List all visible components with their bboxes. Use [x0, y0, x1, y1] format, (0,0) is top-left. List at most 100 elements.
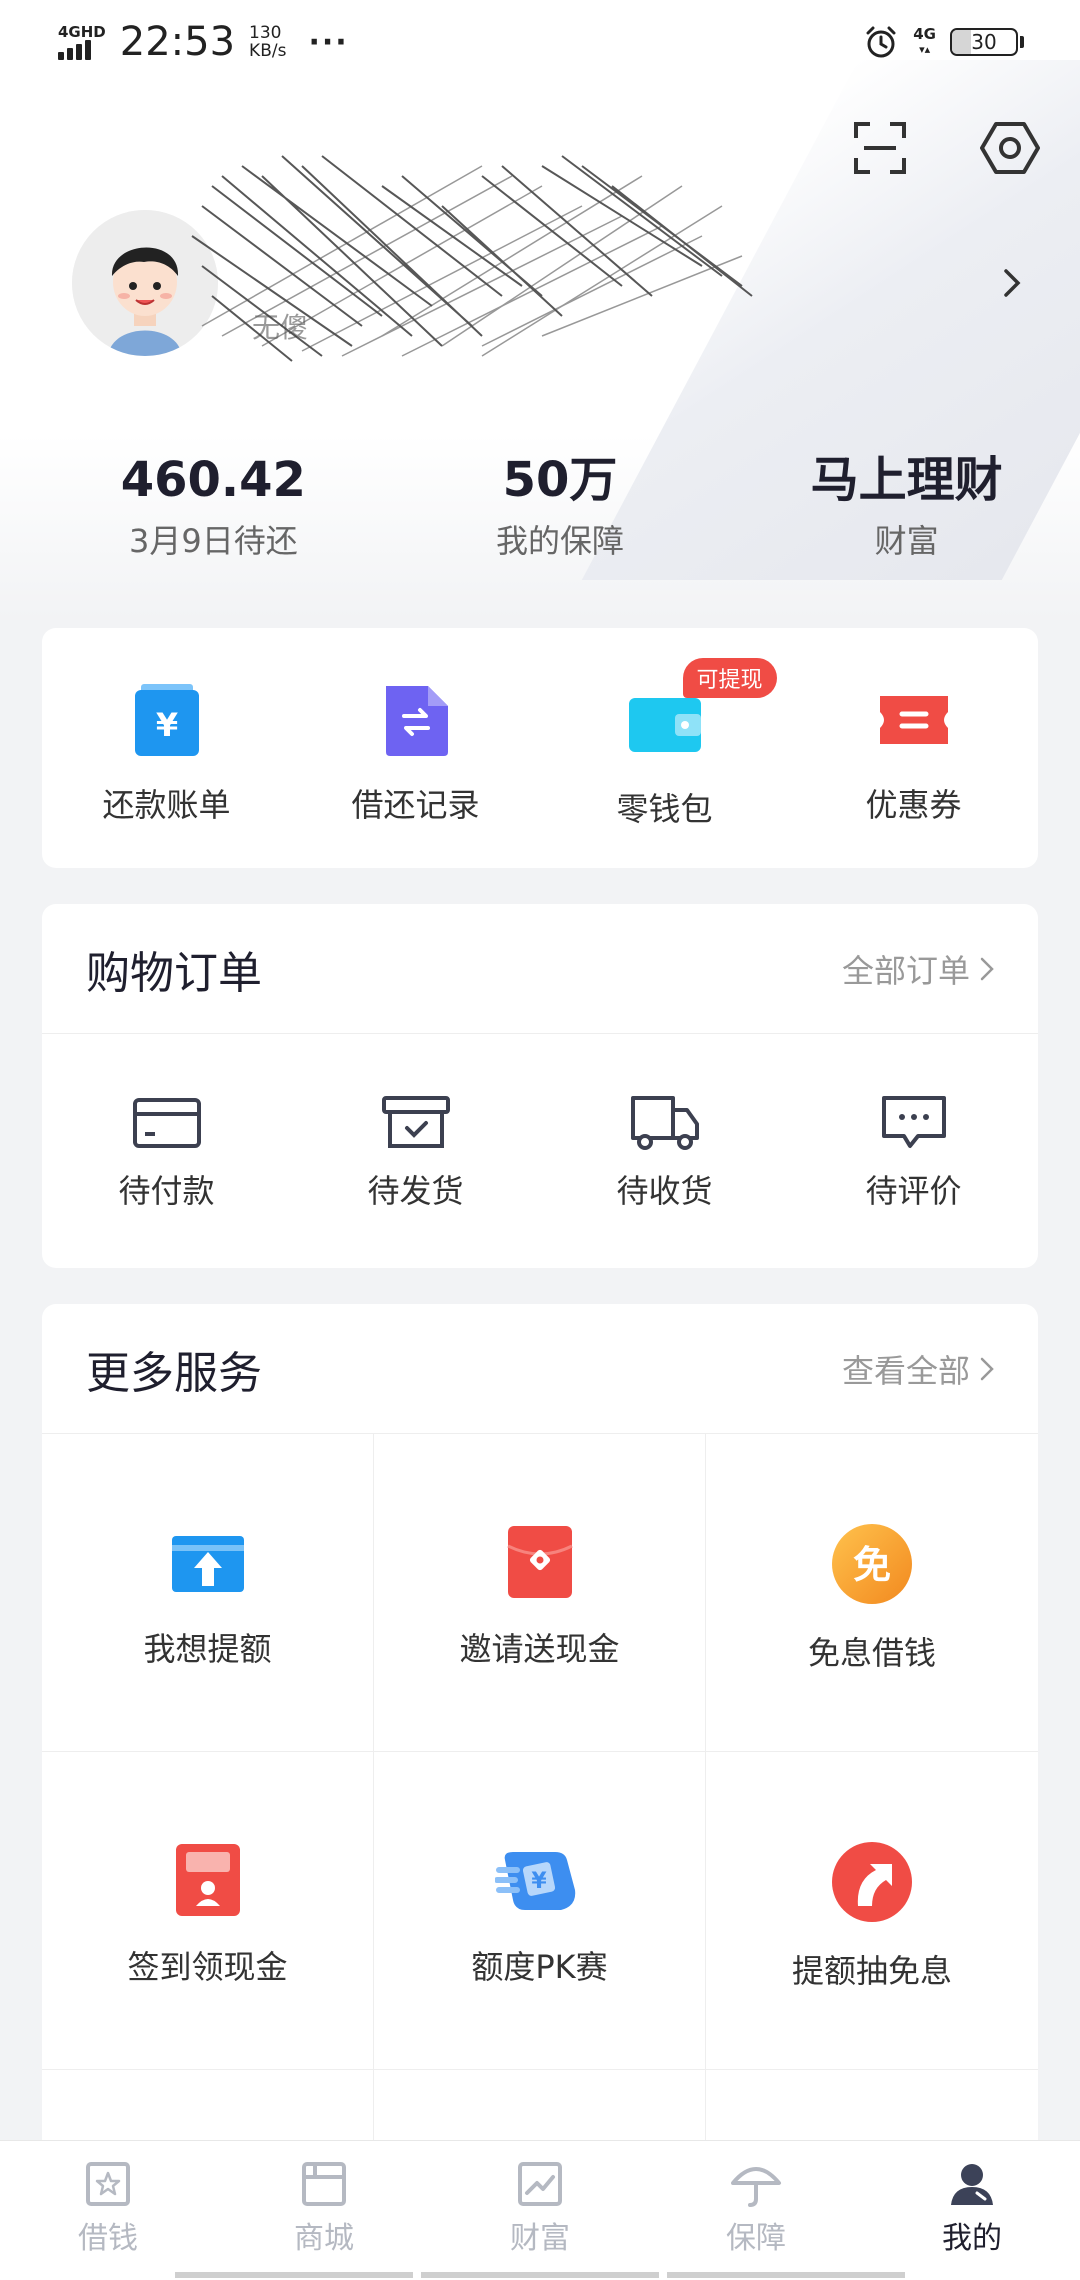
- redaction-scribble: [191, 155, 753, 362]
- order-label: 待付款: [118, 1172, 215, 1210]
- red-envelope-icon: [506, 1526, 573, 1598]
- quick-label: 借还记录: [351, 786, 480, 824]
- service-raise-draw[interactable]: 提额抽免息: [706, 1752, 1038, 2070]
- battery-fill: [952, 30, 972, 54]
- orders-card: 购物订单 全部订单 待付款 待发货 待收货 待评价: [42, 904, 1038, 1268]
- order-label: 待收货: [616, 1172, 713, 1210]
- chevron-right-icon: [980, 1357, 994, 1380]
- quick-label: 零钱包: [616, 790, 713, 828]
- record-icon: [385, 686, 448, 756]
- speed-value: 130: [249, 23, 282, 43]
- pk-icon: ¥: [494, 1852, 575, 1910]
- quick-item-records[interactable]: 借还记录: [291, 628, 540, 868]
- stat-label: 3月9日待还: [128, 522, 298, 560]
- order-pending-review[interactable]: 待评价: [789, 1034, 1038, 1268]
- user-icon: [951, 2164, 993, 2205]
- stat-value: 460.42: [120, 452, 306, 508]
- all-orders-link[interactable]: 全部订单: [842, 946, 994, 992]
- comment-icon: [881, 1096, 946, 1148]
- signal-bars-icon: [58, 40, 91, 60]
- service-checkin-cash[interactable]: 签到领现金: [42, 1752, 374, 2070]
- battery-icon: 30: [950, 28, 1024, 56]
- nav-label: 借钱: [78, 2221, 138, 2256]
- network-speed: 130 KB/s: [249, 24, 286, 60]
- order-pending-receipt[interactable]: 待收货: [540, 1034, 789, 1268]
- network-type-right: 4G: [913, 25, 936, 43]
- data-arrows-icon: ▾▴: [919, 43, 931, 56]
- network-type: 4GHD: [58, 23, 106, 41]
- home-indicator: [0, 2272, 1080, 2280]
- stat-value: 50万: [502, 452, 618, 508]
- clock: 22:53: [119, 19, 236, 65]
- quick-item-bill[interactable]: ¥ 还款账单: [42, 628, 291, 868]
- quick-actions-card: ¥ 还款账单 借还记录 可提现 零钱包 优惠券: [42, 628, 1038, 868]
- view-all-link[interactable]: 查看全部: [842, 1346, 994, 1392]
- truck-icon: [630, 1096, 699, 1150]
- stat-repayment[interactable]: 460.42 3月9日待还: [40, 450, 387, 562]
- stat-insurance[interactable]: 50万 我的保障: [387, 450, 734, 562]
- signal-indicator: 4GHD: [58, 24, 106, 60]
- svg-text:¥: ¥: [531, 1869, 547, 1894]
- quick-label: 还款账单: [102, 786, 231, 824]
- service-free-interest[interactable]: 免 免息借钱: [706, 1434, 1038, 1752]
- nav-label: 财富: [510, 2221, 570, 2256]
- orders-header: 购物订单 全部订单: [42, 904, 1038, 1034]
- all-orders-label: 全部订单: [841, 951, 970, 990]
- service-label: 提额抽免息: [791, 1952, 952, 1990]
- scan-button[interactable]: [850, 118, 910, 178]
- service-label: 邀请送现金: [459, 1630, 620, 1668]
- nav-borrow[interactable]: 借钱: [0, 2141, 216, 2280]
- profile-row[interactable]: 无傻: [72, 155, 1032, 362]
- stat-value: 马上理财: [810, 452, 1003, 508]
- stats-row: 460.42 3月9日待还 50万 我的保障 马上理财 财富: [0, 450, 1080, 562]
- borrow-icon: [86, 2162, 130, 2206]
- service-limit-pk[interactable]: ¥ 额度PK赛: [374, 1752, 706, 2070]
- profile-chevron-icon[interactable]: [992, 258, 1032, 308]
- raise-limit-icon: [171, 1536, 244, 1592]
- svg-text:¥: ¥: [155, 706, 177, 744]
- wealth-icon: [518, 2162, 562, 2206]
- services-card: 更多服务 查看全部 我想提额 邀请送现金 免 免息借钱 签到领现金 ¥ 额度PK…: [42, 1304, 1038, 2204]
- box-icon: [381, 1096, 450, 1148]
- alarm-icon: [866, 26, 896, 58]
- stat-label: 我的保障: [496, 522, 625, 560]
- services-title: 更多服务: [86, 1347, 262, 1399]
- settings-icon: [980, 122, 1040, 174]
- order-label: 待发货: [367, 1172, 464, 1210]
- nav-mine[interactable]: 我的: [864, 2141, 1080, 2280]
- settings-button[interactable]: [980, 118, 1040, 178]
- more-notifications-icon: ···: [308, 24, 349, 60]
- free-interest-glyph: 免: [853, 1543, 891, 1587]
- nav-mall[interactable]: 商城: [216, 2141, 432, 2280]
- card-icon: [132, 1098, 201, 1148]
- service-label: 额度PK赛: [471, 1948, 608, 1986]
- checkin-icon: [175, 1844, 240, 1916]
- service-label: 我想提额: [143, 1630, 272, 1668]
- battery-level: 30: [971, 30, 997, 54]
- service-label: 免息借钱: [807, 1634, 936, 1672]
- service-invite-cash[interactable]: 邀请送现金: [374, 1434, 706, 1752]
- nav-label: 我的: [942, 2221, 1002, 2256]
- nav-insurance[interactable]: 保障: [648, 2141, 864, 2280]
- quick-item-coupon[interactable]: 优惠券: [789, 628, 1038, 868]
- stat-wealth[interactable]: 马上理财 财富: [733, 450, 1080, 562]
- service-raise-limit[interactable]: 我想提额: [42, 1434, 374, 1752]
- bill-icon: ¥: [134, 684, 199, 756]
- service-label: 签到领现金: [127, 1948, 288, 1986]
- quick-label: 优惠券: [865, 786, 962, 824]
- speed-unit: KB/s: [249, 41, 287, 61]
- services-header: 更多服务 查看全部: [42, 1304, 1038, 1434]
- wallet-badge: 可提现: [682, 658, 777, 698]
- raise-draw-icon: [832, 1842, 912, 1922]
- nav-label: 商城: [294, 2221, 354, 2256]
- bottom-nav: 借钱 商城 财富 保障 我的: [0, 2140, 1080, 2280]
- umbrella-icon: [731, 2167, 781, 2207]
- scan-icon: [854, 122, 906, 174]
- nav-wealth[interactable]: 财富: [432, 2141, 648, 2280]
- chevron-right-icon: [980, 957, 994, 980]
- order-label: 待评价: [865, 1172, 962, 1210]
- order-pending-payment[interactable]: 待付款: [42, 1034, 291, 1268]
- order-pending-shipment[interactable]: 待发货: [291, 1034, 540, 1268]
- network-indicator: 4G ▾▴: [913, 26, 936, 58]
- quick-item-wallet[interactable]: 可提现 零钱包: [540, 628, 789, 868]
